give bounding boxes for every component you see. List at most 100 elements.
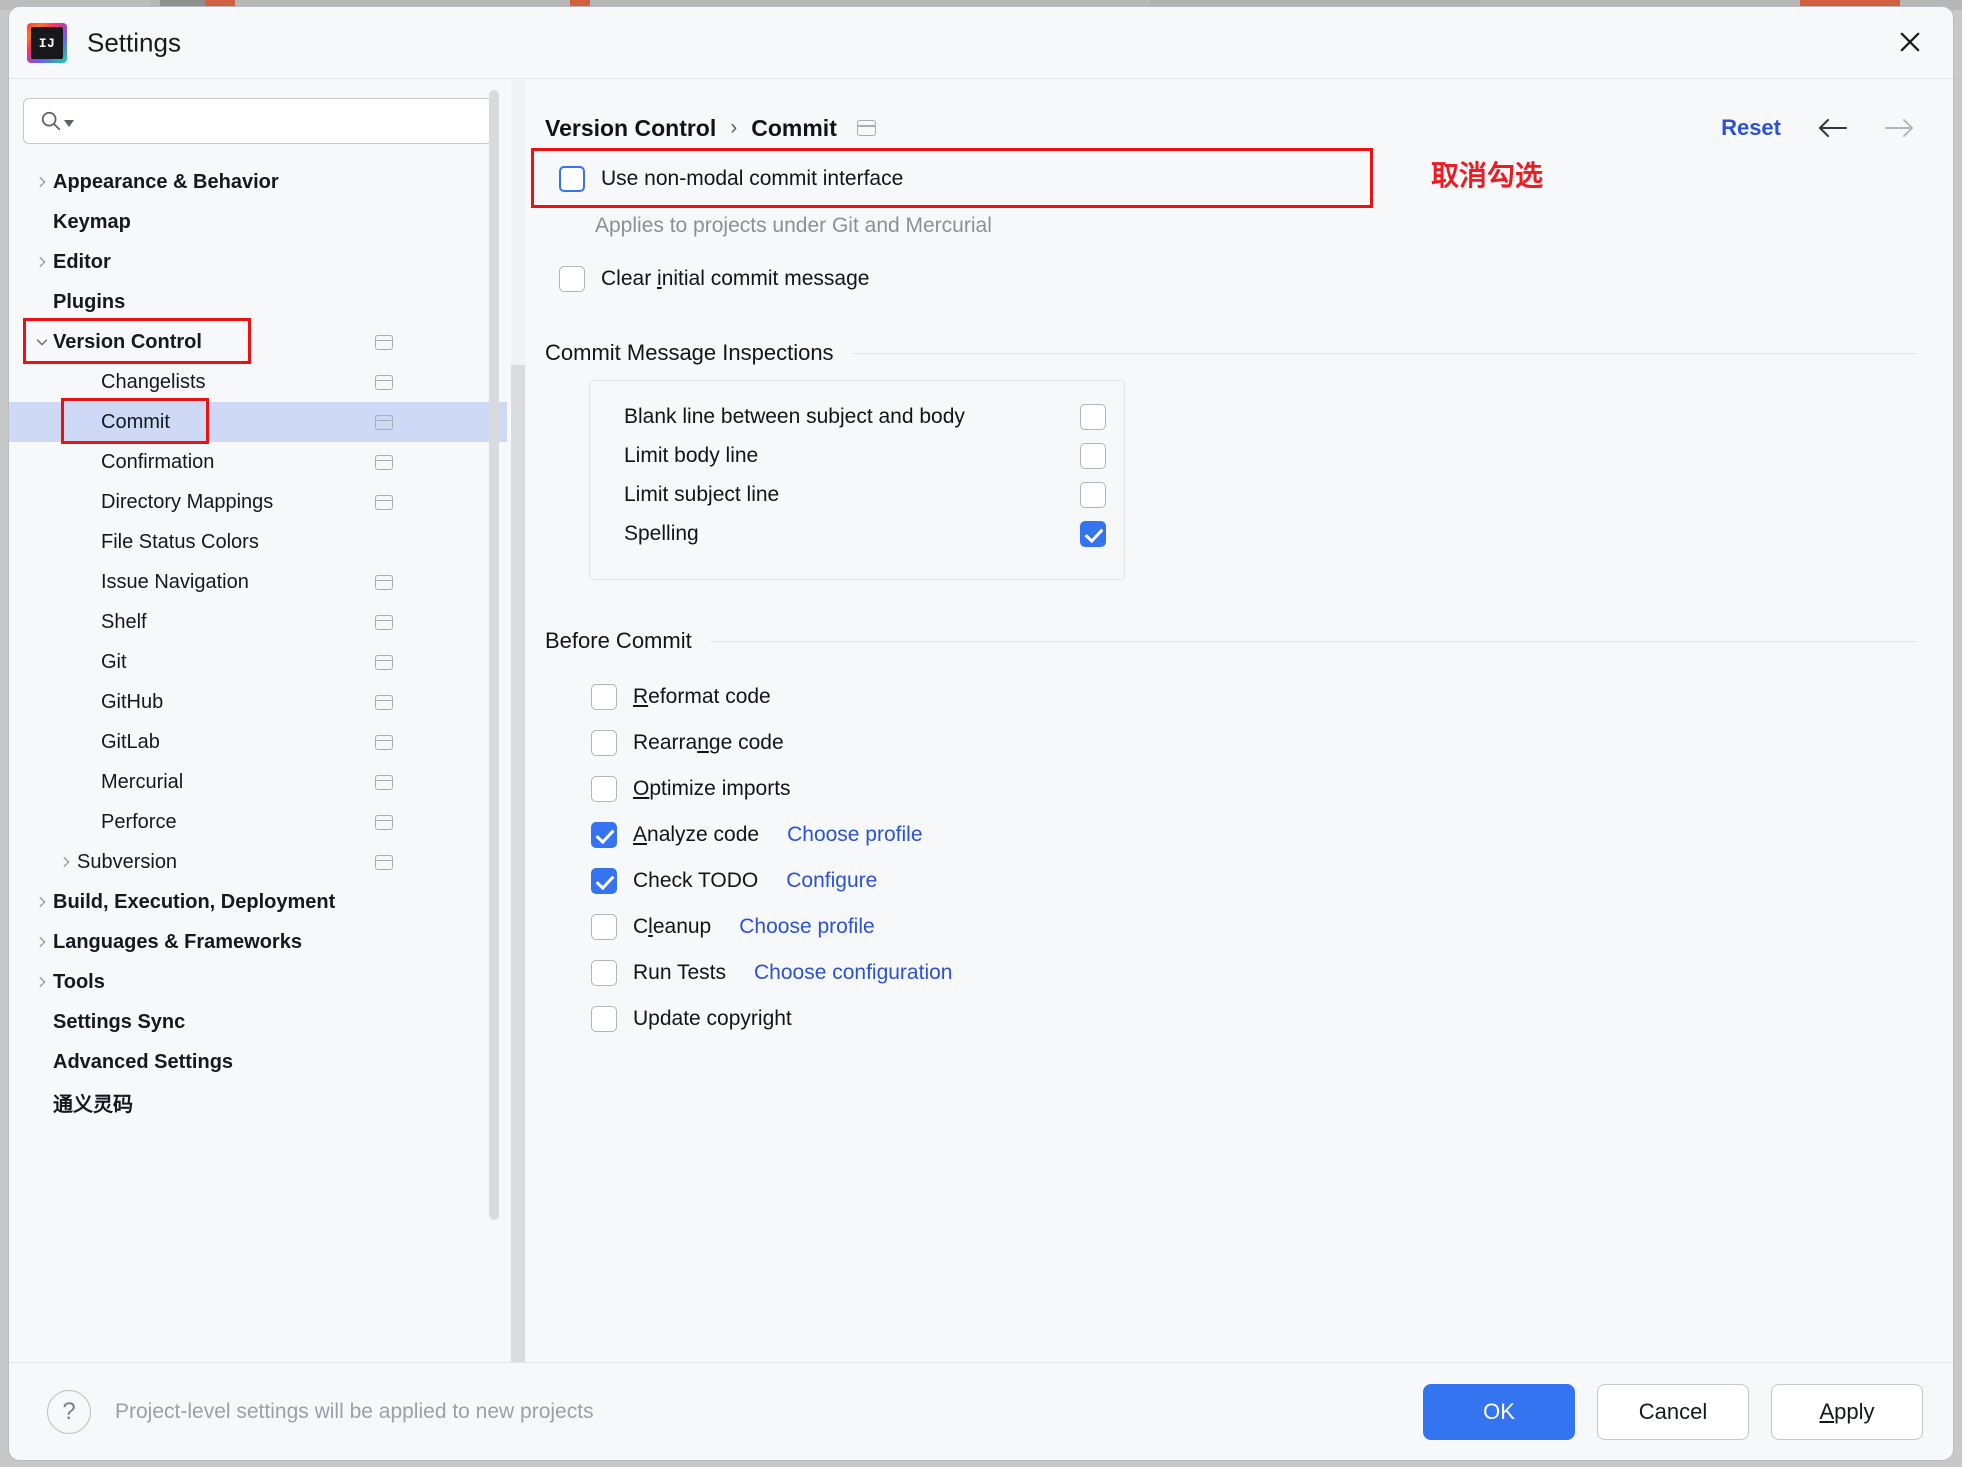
project-scope-icon bbox=[375, 334, 393, 350]
search-options-caret-icon[interactable] bbox=[64, 119, 74, 127]
sidebar-item-label: Directory Mappings bbox=[101, 490, 274, 513]
before-commit-checkbox[interactable] bbox=[591, 684, 617, 710]
sidebar-item-issue-navigation[interactable]: Issue Navigation bbox=[9, 562, 507, 602]
section-header: Before Commit bbox=[545, 628, 1917, 654]
dialog-body: Appearance & Behavior Keymap Editor Plugins… bbox=[9, 80, 1953, 1365]
before-commit-row[interactable]: Update copyright bbox=[591, 996, 1917, 1042]
arrow-left-icon[interactable] bbox=[1815, 117, 1849, 139]
sidebar-item-label: Git bbox=[101, 650, 127, 673]
before-commit-link[interactable]: Choose profile bbox=[739, 915, 874, 939]
sidebar-item-label: 通义灵码 bbox=[53, 1093, 133, 1116]
sidebar-item-confirmation[interactable]: Confirmation bbox=[9, 442, 507, 482]
before-commit-checkbox[interactable] bbox=[591, 960, 617, 986]
inspection-checkbox[interactable] bbox=[1080, 442, 1106, 469]
chevron-right-icon[interactable] bbox=[31, 935, 53, 949]
before-commit-checkbox[interactable] bbox=[591, 914, 617, 940]
sidebar-item-advanced-settings[interactable]: Advanced Settings bbox=[9, 1042, 507, 1082]
before-commit-checkbox[interactable] bbox=[591, 868, 617, 894]
cancel-button[interactable]: Cancel bbox=[1597, 1383, 1749, 1440]
sidebar-item-commit[interactable]: Commit bbox=[9, 402, 507, 442]
search-box[interactable] bbox=[23, 98, 493, 144]
label-part-before: Run Tests bbox=[633, 961, 726, 984]
inspection-checkbox[interactable] bbox=[1080, 403, 1106, 430]
footer-buttons: OK Cancel Apply bbox=[1423, 1383, 1923, 1440]
sidebar-item-label: Version Control bbox=[53, 330, 202, 353]
inspection-checkbox[interactable] bbox=[1080, 520, 1106, 547]
close-icon[interactable] bbox=[1867, 7, 1953, 77]
sidebar-item-editor[interactable]: Editor bbox=[9, 242, 507, 282]
sidebar-item-changelists[interactable]: Changelists bbox=[9, 362, 507, 402]
ok-button[interactable]: OK bbox=[1423, 1383, 1575, 1440]
sidebar-item-github[interactable]: GitHub bbox=[9, 682, 507, 722]
inspection-checkbox[interactable] bbox=[1080, 481, 1106, 508]
project-scope-icon bbox=[375, 734, 393, 750]
project-scope-icon bbox=[375, 614, 393, 630]
project-scope-icon bbox=[375, 774, 393, 790]
project-scope-icon bbox=[375, 654, 393, 670]
before-commit-checkbox[interactable] bbox=[591, 1006, 617, 1032]
before-commit-row[interactable]: Optimize imports bbox=[591, 766, 1917, 812]
sidebar-item-label: Settings Sync bbox=[53, 1010, 186, 1033]
reset-link[interactable]: Reset bbox=[1721, 115, 1781, 141]
use-non-modal-commit-checkbox[interactable] bbox=[559, 166, 585, 192]
before-commit-row[interactable]: Reformat code bbox=[591, 674, 1917, 720]
before-commit-checkbox[interactable] bbox=[591, 822, 617, 848]
settings-sidebar: Appearance & Behavior Keymap Editor Plugins… bbox=[9, 80, 507, 1362]
chevron-down-icon[interactable] bbox=[31, 335, 53, 349]
inspection-name: Limit subject line bbox=[624, 482, 780, 506]
use-non-modal-commit-row[interactable]: Use non-modal commit interface bbox=[545, 162, 1917, 196]
sidebar-item-settings-sync[interactable]: Settings Sync bbox=[9, 1002, 507, 1042]
inspection-row[interactable]: Limit body line bbox=[590, 436, 1124, 475]
sidebar-scrollbar-thumb[interactable] bbox=[489, 90, 499, 1220]
inspection-row[interactable]: Limit subject line bbox=[590, 475, 1124, 514]
before-commit-row[interactable]: Check TODO Configure bbox=[591, 858, 1917, 904]
before-commit-checkbox[interactable] bbox=[591, 776, 617, 802]
sidebar-item-tools[interactable]: Tools bbox=[9, 962, 507, 1002]
intellij-logo-icon: IJ bbox=[27, 23, 67, 63]
sidebar-item-mercurial[interactable]: Mercurial bbox=[9, 762, 507, 802]
sidebar-item-keymap[interactable]: Keymap bbox=[9, 202, 507, 242]
sidebar-item-directory-mappings[interactable]: Directory Mappings bbox=[9, 482, 507, 522]
sidebar-item-plugins[interactable]: Plugins bbox=[9, 282, 507, 322]
sidebar-item-perforce[interactable]: Perforce bbox=[9, 802, 507, 842]
before-commit-checkbox[interactable] bbox=[591, 730, 617, 756]
sidebar-item-version-control[interactable]: Version Control bbox=[9, 322, 507, 362]
sidebar-item-subversion[interactable]: Subversion bbox=[9, 842, 507, 882]
sidebar-item-label: Commit bbox=[101, 410, 170, 433]
inspection-row[interactable]: Blank line between subject and body bbox=[590, 397, 1124, 436]
chevron-right-icon[interactable] bbox=[31, 175, 53, 189]
breadcrumb-parent[interactable]: Version Control bbox=[545, 115, 716, 142]
clear-initial-commit-message-checkbox[interactable] bbox=[559, 266, 585, 292]
before-commit-row[interactable]: Analyze code Choose profile bbox=[591, 812, 1917, 858]
sidebar-item-file-status-colors[interactable]: File Status Colors bbox=[9, 522, 507, 562]
arrow-right-icon bbox=[1883, 117, 1917, 139]
apply-button[interactable]: Apply bbox=[1771, 1383, 1923, 1440]
before-commit-link[interactable]: Choose profile bbox=[787, 823, 922, 847]
sidebar-item-label: File Status Colors bbox=[101, 530, 259, 553]
sidebar-item-[interactable]: 通义灵码 bbox=[9, 1082, 507, 1122]
sidebar-item-shelf[interactable]: Shelf bbox=[9, 602, 507, 642]
sidebar-item-appearance-behavior[interactable]: Appearance & Behavior bbox=[9, 162, 507, 202]
sidebar-item-build-execution-deployment[interactable]: Build, Execution, Deployment bbox=[9, 882, 507, 922]
clear-initial-commit-message-row[interactable]: Clear initial commit message bbox=[545, 266, 1917, 292]
sidebar-item-label: GitHub bbox=[101, 690, 164, 713]
sidebar-item-languages-frameworks[interactable]: Languages & Frameworks bbox=[9, 922, 507, 962]
chevron-right-icon[interactable] bbox=[31, 975, 53, 989]
chevron-right-icon[interactable] bbox=[31, 255, 53, 269]
sidebar-item-git[interactable]: Git bbox=[9, 642, 507, 682]
chevron-right-icon[interactable] bbox=[55, 855, 77, 869]
sidebar-item-gitlab[interactable]: GitLab bbox=[9, 722, 507, 762]
search-input[interactable] bbox=[74, 110, 492, 132]
content-scrollbar-thumb[interactable] bbox=[511, 365, 525, 1365]
chevron-right-icon[interactable] bbox=[31, 895, 53, 909]
before-commit-label: Optimize imports bbox=[633, 777, 791, 801]
before-commit-row[interactable]: Cleanup Choose profile bbox=[591, 904, 1917, 950]
question-mark-icon[interactable]: ? bbox=[47, 1389, 91, 1434]
inspection-row[interactable]: Spelling bbox=[590, 514, 1124, 553]
before-commit-row[interactable]: Run Tests Choose configuration bbox=[591, 950, 1917, 996]
before-commit-link[interactable]: Configure bbox=[786, 869, 877, 893]
uncheck-annotation-text: 取消勾选 bbox=[1431, 160, 1544, 191]
sidebar-item-label: Issue Navigation bbox=[101, 570, 249, 593]
before-commit-row[interactable]: Rearrange code bbox=[591, 720, 1917, 766]
before-commit-link[interactable]: Choose configuration bbox=[754, 961, 952, 985]
